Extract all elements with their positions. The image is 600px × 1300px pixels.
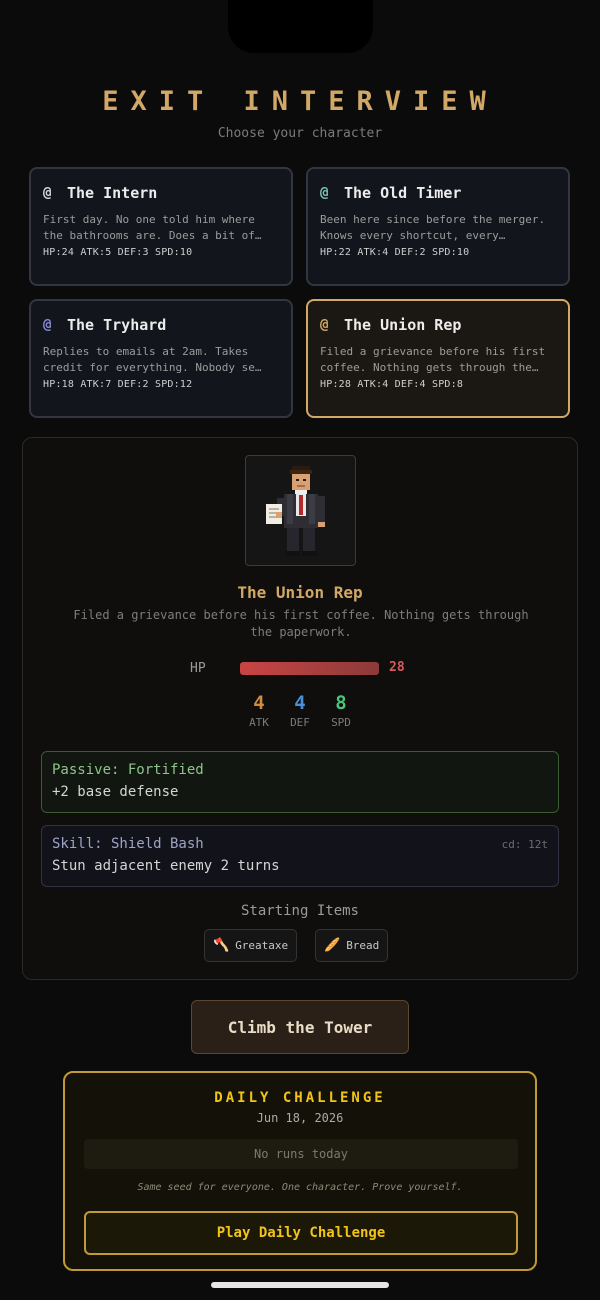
character-card-union-rep[interactable]: @ The Union Rep Filed a grievance before… — [306, 299, 570, 418]
skill-description: Stun adjacent enemy 2 turns — [52, 858, 280, 874]
character-stats: HP:22 ATK:4 DEF:2 SPD:10 — [320, 247, 470, 258]
character-description: Replies to emails at 2am. Takes credit f… — [43, 345, 262, 374]
character-name: The Tryhard — [67, 316, 167, 334]
selected-character-name: The Union Rep — [237, 583, 363, 602]
passive-ability-box: Passive: Fortified +2 base defense — [41, 751, 559, 813]
character-description: First day. No one told him where the bat… — [43, 213, 262, 242]
portrait-frame — [245, 455, 356, 566]
stat-def: 4 DEF — [280, 692, 320, 729]
character-stats: HP:24 ATK:5 DEF:3 SPD:10 — [43, 247, 193, 258]
character-name: The Union Rep — [344, 316, 462, 334]
character-at-icon: @ — [320, 317, 329, 333]
passive-description: +2 base defense — [52, 784, 179, 800]
stat-atk: 4 ATK — [239, 692, 279, 729]
character-card-old-timer[interactable]: @ The Old Timer Been here since before t… — [306, 167, 570, 286]
character-name: The Old Timer — [344, 184, 462, 202]
character-card-tryhard[interactable]: @ The Tryhard Replies to emails at 2am. … — [29, 299, 293, 418]
daily-challenge-panel: DAILY CHALLENGE Jun 18, 2026 No runs tod… — [63, 1071, 537, 1271]
skill-ability-box: Skill: Shield Bash cd: 12t Stun adjacent… — [41, 825, 559, 887]
stat-label: DEF — [290, 716, 310, 729]
stat-value: 4 — [294, 692, 306, 714]
item-label: Greataxe — [235, 939, 289, 952]
character-detail-panel: The Union Rep Filed a grievance before h… — [22, 437, 578, 980]
game-title: EXIT INTERVIEW — [102, 86, 498, 117]
businessman-pixel-portrait-icon — [266, 466, 325, 556]
stat-label: ATK — [249, 716, 269, 729]
character-at-icon: @ — [43, 185, 52, 201]
page-subtitle: Choose your character — [217, 126, 383, 141]
climb-tower-button[interactable]: Climb the Tower — [191, 1000, 409, 1054]
item-greataxe[interactable]: 🪓 Greataxe — [204, 929, 298, 962]
daily-challenge-date: Jun 18, 2026 — [256, 1111, 344, 1125]
character-at-icon: @ — [43, 317, 52, 333]
item-bread[interactable]: 🥖 Bread — [315, 929, 389, 962]
character-description: Filed a grievance before his first coffe… — [320, 345, 546, 374]
character-card-intern[interactable]: @ The Intern First day. No one told him … — [29, 167, 293, 286]
hp-label: HP — [190, 661, 206, 676]
character-stats: HP:18 ATK:7 DEF:2 SPD:12 — [43, 379, 193, 390]
character-at-icon: @ — [320, 185, 329, 201]
starting-items-title: Starting Items — [240, 903, 359, 919]
selected-character-description: Filed a grievance before his first coffe… — [73, 608, 529, 639]
stat-value: 4 — [253, 692, 265, 714]
character-name: The Intern — [67, 184, 158, 202]
daily-challenge-title: DAILY CHALLENGE — [214, 1090, 386, 1106]
passive-title: Passive: Fortified — [52, 762, 204, 778]
daily-challenge-note: Same seed for everyone. One character. P… — [137, 1182, 463, 1193]
bread-icon: 🥖 — [324, 938, 341, 953]
app-screen: EXIT INTERVIEW Choose your character @ T… — [0, 0, 600, 1300]
play-daily-challenge-button[interactable]: Play Daily Challenge — [84, 1211, 518, 1255]
character-stats: HP:28 ATK:4 DEF:4 SPD:8 — [320, 379, 464, 390]
item-label: Bread — [346, 939, 380, 952]
daily-runs-status: No runs today — [84, 1139, 518, 1169]
skill-title: Skill: Shield Bash — [52, 836, 204, 852]
skill-cooldown: cd: 12t — [501, 838, 548, 851]
stat-value: 8 — [335, 692, 347, 714]
axe-icon: 🪓 — [213, 938, 230, 953]
character-description: Been here since before the merger. Knows… — [320, 213, 546, 242]
home-indicator[interactable] — [211, 1282, 389, 1288]
hp-bar — [240, 662, 379, 675]
hp-bar-fill — [240, 662, 379, 675]
device-notch — [228, 0, 373, 53]
hp-value: 28 — [389, 660, 405, 675]
stat-spd: 8 SPD — [321, 692, 361, 729]
stat-label: SPD — [331, 716, 351, 729]
